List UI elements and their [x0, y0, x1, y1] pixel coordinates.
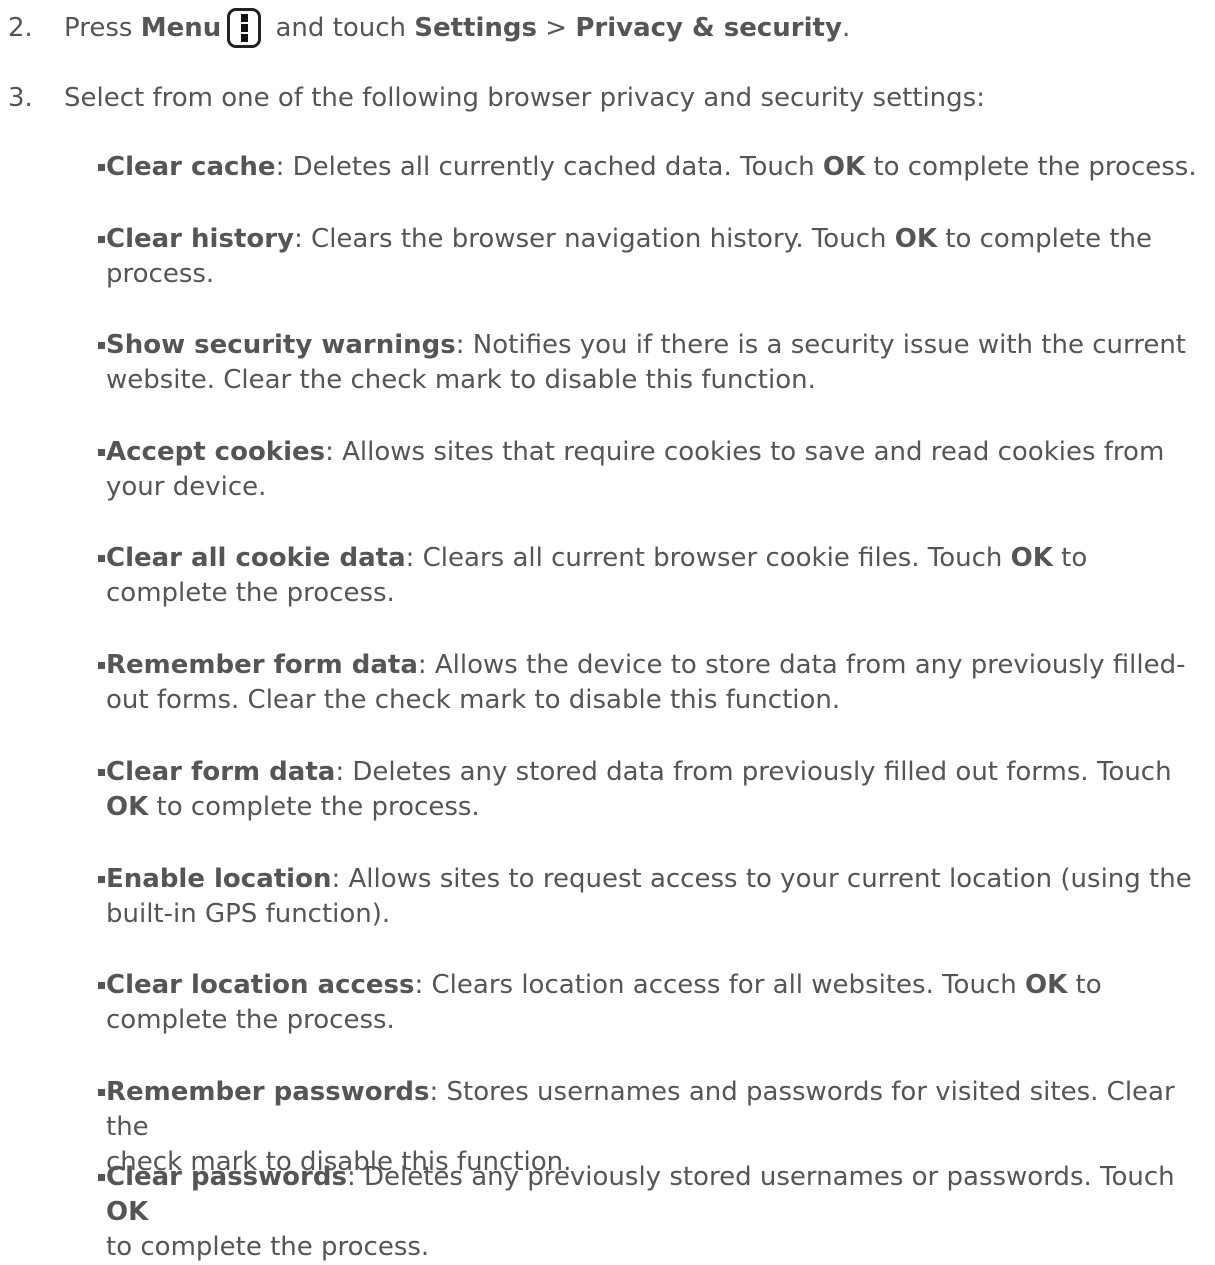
- separator: >: [537, 13, 576, 43]
- setting-term: Clear form data: [106, 757, 336, 787]
- bullet-icon: [98, 769, 105, 776]
- setting-desc: to complete the: [936, 224, 1152, 254]
- setting-term: Remember form data: [106, 650, 418, 680]
- setting-desc: your device.: [106, 472, 267, 502]
- bullet-icon: [98, 662, 105, 669]
- ok-label: OK: [1024, 970, 1068, 1000]
- setting-desc: : Allows sites that require cookies to s…: [325, 437, 1165, 467]
- step-number: 2.: [8, 13, 33, 43]
- bullet-icon: [98, 236, 105, 243]
- step-text: Select from one of the following browser…: [64, 83, 985, 113]
- setting-desc: process.: [106, 259, 215, 289]
- step-text: and touch: [267, 13, 415, 43]
- ok-label: OK: [894, 224, 937, 254]
- setting-desc: : Clears the browser navigation history.…: [294, 224, 895, 254]
- bullet-icon: [98, 1174, 105, 1181]
- setting-term: Clear cache: [106, 152, 276, 182]
- setting-term: Clear location access: [106, 970, 415, 1000]
- bullet-icon: [98, 342, 105, 349]
- setting-desc: out forms. Clear the check mark to disab…: [106, 685, 841, 715]
- bullet-icon: [98, 1089, 105, 1096]
- setting-term: Remember passwords: [106, 1077, 430, 1107]
- setting-desc: to complete the process.: [148, 792, 480, 822]
- ok-label: OK: [1010, 543, 1053, 573]
- step-text: .: [841, 13, 851, 43]
- settings-label: Settings: [414, 13, 538, 43]
- bullet-icon: [98, 449, 105, 456]
- setting-term: Clear all cookie data: [106, 543, 406, 573]
- setting-term: Clear history: [106, 224, 295, 254]
- menu-key-icon: [227, 8, 262, 48]
- menu-label: Menu: [140, 13, 222, 43]
- bullet-icon: [98, 876, 105, 883]
- bullet-icon: [98, 164, 105, 171]
- step-2: 2. Press Menu and touch Settings > Privac…: [8, 8, 1208, 48]
- setting-term: Clear passwords: [106, 1162, 347, 1192]
- setting-desc: complete the process.: [106, 578, 395, 608]
- setting-desc: : Deletes all currently cached data. Tou…: [275, 152, 823, 182]
- ok-label: OK: [106, 792, 149, 822]
- setting-term: Accept cookies: [106, 437, 326, 467]
- setting-desc: : Allows sites to request access to your…: [331, 864, 1192, 894]
- setting-desc: : Clears all current browser cookie file…: [405, 543, 1011, 573]
- bullet-icon: [98, 982, 105, 989]
- step-number: 3.: [8, 83, 33, 113]
- setting-term: Show security warnings: [106, 330, 456, 360]
- setting-desc: website. Clear the check mark to disable…: [106, 365, 816, 395]
- bullet-icon: [98, 555, 105, 562]
- step-3: 3. Select from one of the following brows…: [8, 80, 1208, 116]
- setting-desc: built-in GPS function).: [106, 899, 391, 929]
- ok-label: OK: [822, 152, 866, 182]
- step-text: Press: [64, 13, 141, 43]
- privacy-label: Privacy & security: [575, 13, 842, 43]
- setting-desc: : Clears location access for all website…: [414, 970, 1025, 1000]
- setting-desc: : Deletes any stored data from previousl…: [335, 757, 1172, 787]
- setting-desc: to complete the process.: [865, 152, 1197, 182]
- setting-desc: : Deletes any previously stored username…: [346, 1162, 1175, 1192]
- ok-label: OK: [106, 1197, 149, 1227]
- setting-desc: : Allows the device to store data from a…: [417, 650, 1186, 680]
- setting-desc: : Notifies you if there is a security is…: [455, 330, 1187, 360]
- setting-term: Enable location: [106, 864, 332, 894]
- setting-desc: to: [1052, 543, 1088, 573]
- setting-desc: complete the process.: [106, 1005, 395, 1035]
- setting-desc: to: [1067, 970, 1102, 1000]
- setting-desc: to complete the process.: [106, 1232, 430, 1262]
